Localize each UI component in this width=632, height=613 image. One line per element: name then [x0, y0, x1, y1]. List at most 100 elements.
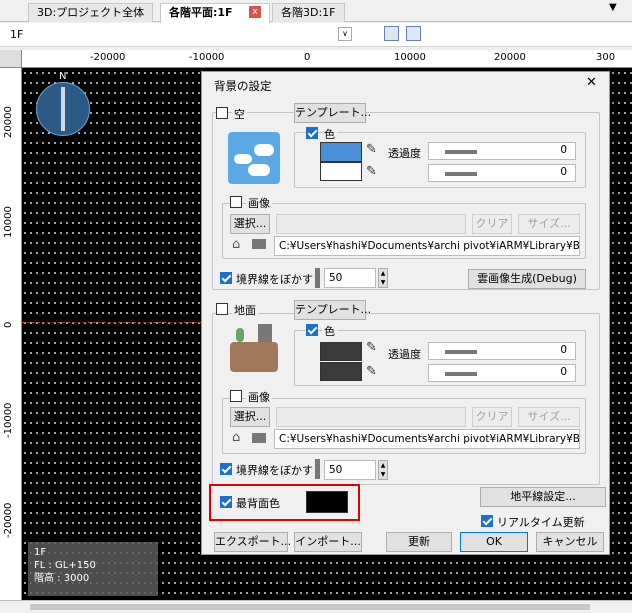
eyedropper-icon[interactable]: ✎ [366, 364, 377, 379]
sky-image-label: 画像 [246, 195, 272, 211]
sky-label: 空 [232, 106, 247, 122]
ground-transparency-top-slider[interactable]: 0 [428, 342, 576, 360]
home-icon[interactable]: ⌂ [232, 430, 240, 445]
sky-template-button[interactable]: テンプレート... [294, 103, 371, 123]
export-button[interactable]: エクスポート... [214, 532, 291, 552]
sky-blur-label: 境界線をぼかす [236, 273, 313, 286]
cloud-generate-button[interactable]: 雲画像生成(Debug) [468, 269, 586, 289]
back-color-checkbox[interactable] [220, 496, 232, 508]
sky-image-select-button[interactable]: 選択... [230, 214, 270, 234]
ground-image-label: 画像 [246, 389, 272, 405]
floor-info-fl: FL : GL+150 [34, 560, 96, 571]
ruler-tick: 10000 [3, 206, 14, 238]
sky-image-path-field[interactable]: C:¥Users¥hashi¥Documents¥archi pivot¥iAR… [274, 236, 580, 256]
home-icon[interactable]: ⌂ [232, 237, 240, 252]
slider-value: 0 [560, 144, 567, 156]
back-color-label: 最背面色 [236, 497, 280, 510]
floor-info-name: 1F [34, 547, 47, 558]
ground-blur-slider[interactable] [315, 459, 320, 479]
slider-value: 0 [560, 366, 567, 378]
floor-dropdown-chevron-icon[interactable]: ∨ [338, 27, 352, 41]
ground-image-checkbox[interactable] [230, 390, 242, 402]
sky-image-checkbox[interactable] [230, 196, 242, 208]
sky-checkbox[interactable] [216, 107, 228, 119]
ground-template-button[interactable]: テンプレート... [294, 300, 371, 320]
eyedropper-icon[interactable]: ✎ [366, 142, 377, 157]
floor-selector[interactable]: 1F [10, 28, 23, 41]
realtime-update-checkbox[interactable] [481, 515, 493, 527]
ground-color-bottom-swatch[interactable] [320, 362, 362, 381]
ground-color-label: 色 [322, 323, 337, 339]
ground-label: 地面 [232, 302, 258, 318]
scrollbar-thumb[interactable] [30, 604, 590, 610]
vertical-ruler: 20000 10000 0 -10000 -20000 [0, 68, 22, 600]
back-color-swatch[interactable] [306, 491, 348, 513]
tab-close-icon[interactable]: x [249, 6, 261, 18]
eyedropper-icon[interactable]: ✎ [366, 340, 377, 355]
tab-list-chevron-icon[interactable]: ▼ [609, 2, 617, 13]
floor-copy-icon[interactable] [384, 26, 399, 41]
compass[interactable] [36, 82, 90, 136]
ground-blur-label: 境界線をぼかす [236, 464, 313, 477]
sky-transparency-top-slider[interactable]: 0 [428, 142, 576, 160]
sky-color-top-swatch[interactable] [320, 142, 362, 162]
ground-blur-spinner[interactable]: ▲ ▼ [378, 460, 388, 480]
tree-shape [236, 328, 244, 342]
sky-color-bottom-swatch[interactable] [320, 162, 362, 181]
ground-color-top-swatch[interactable] [320, 342, 362, 361]
ruler-tick: -20000 [90, 52, 126, 63]
ground-image-clear-button[interactable]: クリア [472, 407, 512, 427]
ground-blur-value-field[interactable]: 50 [324, 460, 376, 480]
background-settings-dialog: 背景の設定 ✕ 空 テンプレート... 色 ✎ ✎ 透過度 0 0 画像 選択.… [201, 71, 610, 555]
update-button[interactable]: 更新 [386, 532, 452, 552]
ruler-tick: 0 [304, 52, 311, 63]
sky-image-clear-button[interactable]: クリア [472, 214, 512, 234]
ruler-tick: 10000 [394, 52, 426, 63]
sky-blur-slider[interactable] [315, 268, 320, 288]
ground-image-path-field[interactable]: C:¥Users¥hashi¥Documents¥archi pivot¥iAR… [274, 429, 580, 449]
tab-3d-project[interactable]: 3D:プロジェクト全体 [28, 3, 154, 22]
dialog-title: 背景の設定 [214, 79, 272, 93]
cloud-shape [254, 144, 274, 156]
ground-terrain-icon [228, 322, 280, 374]
building-shape [258, 324, 272, 342]
scrollbar-horizontal[interactable] [0, 600, 632, 613]
ruler-tick: 300 [596, 52, 616, 63]
ground-blur-checkbox[interactable] [220, 463, 232, 475]
tab-bar: 3D:プロジェクト全体 各階平面:1F x 各階3D:1F ▼ [0, 0, 632, 23]
ground-transparency-label: 透過度 [388, 348, 421, 361]
ground-transparency-bottom-slider[interactable]: 0 [428, 364, 576, 382]
floor-bar: 1F ∨ [0, 23, 632, 47]
ok-button[interactable]: OK [460, 532, 528, 552]
sky-transparency-bottom-slider[interactable]: 0 [428, 164, 576, 182]
import-button[interactable]: インポート... [294, 532, 362, 552]
floor-settings-icon[interactable] [406, 26, 421, 41]
horizon-settings-button[interactable]: 地平線設定... [480, 487, 606, 507]
sky-color-checkbox[interactable] [306, 127, 318, 139]
sky-blur-spinner[interactable]: ▲ ▼ [378, 268, 388, 288]
realtime-update-label: リアルタイム更新 [497, 516, 585, 529]
ruler-tick: 20000 [494, 52, 526, 63]
cloud-shape [248, 164, 270, 176]
sky-transparency-label: 透過度 [388, 147, 421, 160]
cancel-button[interactable]: キャンセル [536, 532, 604, 552]
ground-image-size-button[interactable]: サイズ... [518, 407, 580, 427]
ground-image-select-button[interactable]: 選択... [230, 407, 270, 427]
folder-icon[interactable] [252, 239, 266, 249]
folder-icon[interactable] [252, 433, 266, 443]
ground-color-checkbox[interactable] [306, 324, 318, 336]
tab-floor-3d-1f[interactable]: 各階3D:1F [272, 3, 345, 22]
sky-blur-value-field[interactable]: 50 [324, 268, 376, 288]
ruler-tick: -10000 [189, 52, 225, 63]
sky-blur-checkbox[interactable] [220, 272, 232, 284]
slider-value: 0 [560, 344, 567, 356]
eyedropper-icon[interactable]: ✎ [366, 164, 377, 179]
ground-checkbox[interactable] [216, 303, 228, 315]
axis-line-horizontal [22, 322, 222, 323]
sky-image-name-field[interactable] [276, 214, 466, 234]
sky-image-size-button[interactable]: サイズ... [518, 214, 580, 234]
compass-north-label: N [59, 71, 67, 82]
close-icon[interactable]: ✕ [586, 75, 597, 90]
ground-image-name-field[interactable] [276, 407, 466, 427]
ruler-tick: 20000 [3, 106, 14, 138]
